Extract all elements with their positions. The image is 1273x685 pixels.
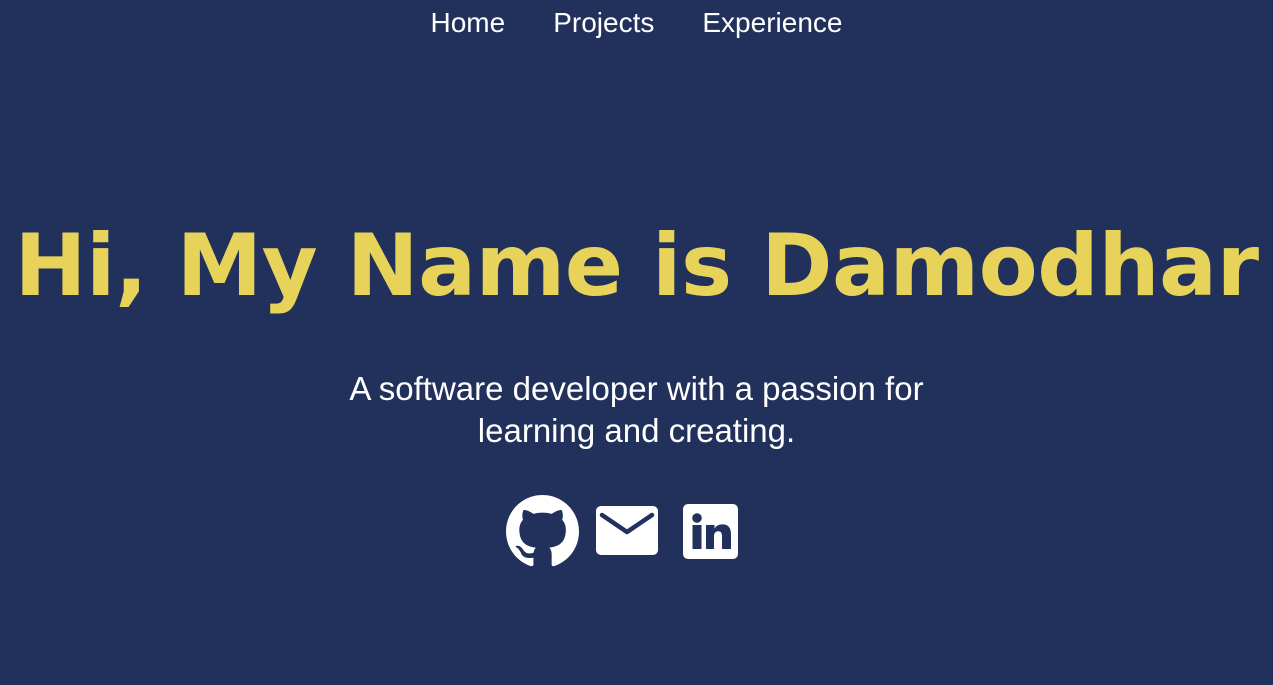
- social-links: [505, 495, 745, 570]
- hero-subtitle-line-2: learning and creating.: [477, 412, 796, 449]
- mail-icon: [596, 506, 658, 555]
- github-link[interactable]: [506, 495, 579, 568]
- github-icon: [506, 495, 579, 567]
- hero-subtitle-line-1: A software developer with a passion for: [349, 370, 924, 407]
- hero-title: Hi, My Name is Damodhar: [14, 216, 1259, 316]
- nav-projects-link[interactable]: Projects: [553, 6, 654, 40]
- linkedin-icon: [683, 504, 738, 559]
- nav-experience-link[interactable]: Experience: [702, 6, 842, 40]
- top-nav: Home Projects Experience: [0, 6, 1273, 40]
- linkedin-link[interactable]: [683, 504, 738, 559]
- nav-home-link[interactable]: Home: [431, 6, 506, 40]
- email-link[interactable]: [596, 506, 658, 555]
- hero-subtitle: A software developer with a passion for …: [0, 368, 1273, 452]
